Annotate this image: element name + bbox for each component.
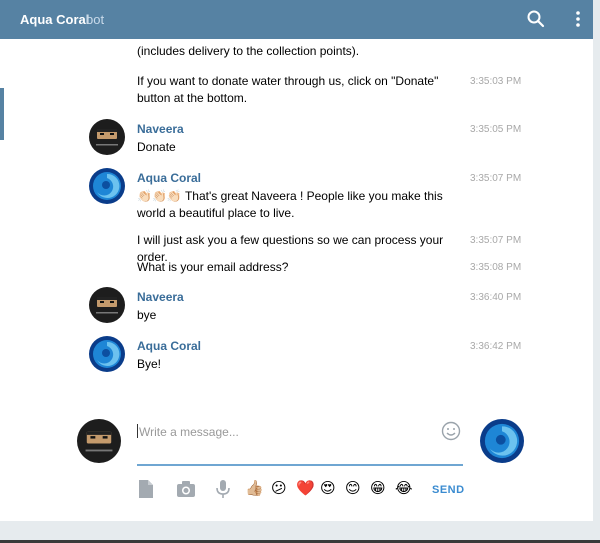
message: Naveera bye — [137, 289, 467, 324]
message: (includes delivery to the collection poi… — [137, 43, 467, 60]
camera-icon[interactable] — [175, 478, 197, 500]
chat-header: Aqua Coral bot — [0, 0, 593, 39]
message-text: bye — [137, 308, 157, 322]
bot-avatar[interactable] — [89, 168, 125, 204]
message-time: 3:35:08 PM — [470, 262, 522, 273]
my-avatar[interactable] — [77, 419, 121, 463]
user-avatar[interactable] — [89, 287, 125, 323]
grin-emoji[interactable]: 😁 — [370, 478, 392, 500]
message: If you want to donate water through us, … — [137, 73, 467, 107]
peer-avatar[interactable] — [480, 419, 524, 463]
chat-window: Aqua Coral bot (includes delivery to the… — [0, 0, 593, 543]
confused-emoji[interactable]: 😕 — [271, 478, 293, 500]
message-input-placeholder: Write a message... — [139, 425, 239, 439]
bot-avatar[interactable] — [89, 336, 125, 372]
message: Aqua Coral Bye! — [137, 338, 467, 373]
message-text: That's great Naveera ! People like you m… — [137, 189, 443, 220]
message-text: What is your email address? — [137, 260, 289, 274]
message-text-block: 👏🏻👏🏻👏🏻 That's great Naveera ! People lik… — [137, 188, 467, 222]
send-button[interactable]: SEND — [432, 484, 465, 496]
message-text: (includes delivery to the collection poi… — [137, 44, 360, 58]
heart-eyes-emoji[interactable]: 😍 — [320, 478, 342, 500]
message-text: Bye! — [137, 357, 162, 371]
text-caret — [137, 424, 138, 438]
chat-title[interactable]: Aqua Coral — [20, 12, 89, 27]
document-icon[interactable] — [136, 478, 158, 500]
thumbs-up-emoji[interactable]: 👍🏼 — [245, 478, 267, 500]
clap-emoji: 👏🏻👏🏻👏🏻 — [137, 189, 182, 203]
window-edge — [593, 0, 600, 543]
message-time: 3:35:07 PM — [470, 173, 522, 184]
message-input[interactable]: Write a message... — [137, 420, 463, 466]
message-author[interactable]: Aqua Coral — [137, 338, 467, 354]
message-text: Donate — [137, 140, 176, 154]
message-history[interactable]: (includes delivery to the collection poi… — [0, 39, 593, 384]
search-icon[interactable] — [525, 8, 547, 30]
message: What is your email address? — [137, 259, 467, 276]
message-author[interactable]: Naveera — [137, 289, 467, 305]
message-time: 3:36:42 PM — [470, 341, 522, 352]
message-author[interactable]: Aqua Coral — [137, 170, 467, 186]
tears-of-joy-emoji[interactable]: 😂 — [395, 478, 417, 500]
smiley-icon[interactable] — [441, 421, 461, 441]
user-avatar[interactable] — [89, 119, 125, 155]
message-author[interactable]: Naveera — [137, 121, 467, 137]
message: Aqua Coral 👏🏻👏🏻👏🏻 That's great Naveera !… — [137, 170, 467, 222]
message-time: 3:35:05 PM — [470, 124, 522, 135]
composer-toolbar: 👍🏼 😕 ❤️ 😍 😊 😁 😂 SEND — [0, 478, 593, 504]
chat-subtitle: bot — [86, 12, 105, 27]
smile-emoji[interactable]: 😊 — [345, 478, 367, 500]
message-time: 3:35:03 PM — [470, 76, 522, 87]
message: Naveera Donate — [137, 121, 467, 156]
more-vertical-icon[interactable] — [567, 8, 589, 30]
message-text: If you want to donate water through us, … — [137, 74, 439, 105]
microphone-icon[interactable] — [212, 478, 234, 500]
message-time: 3:36:40 PM — [470, 292, 522, 303]
message-time: 3:35:07 PM — [470, 235, 522, 246]
heart-emoji[interactable]: ❤️ — [296, 478, 318, 500]
